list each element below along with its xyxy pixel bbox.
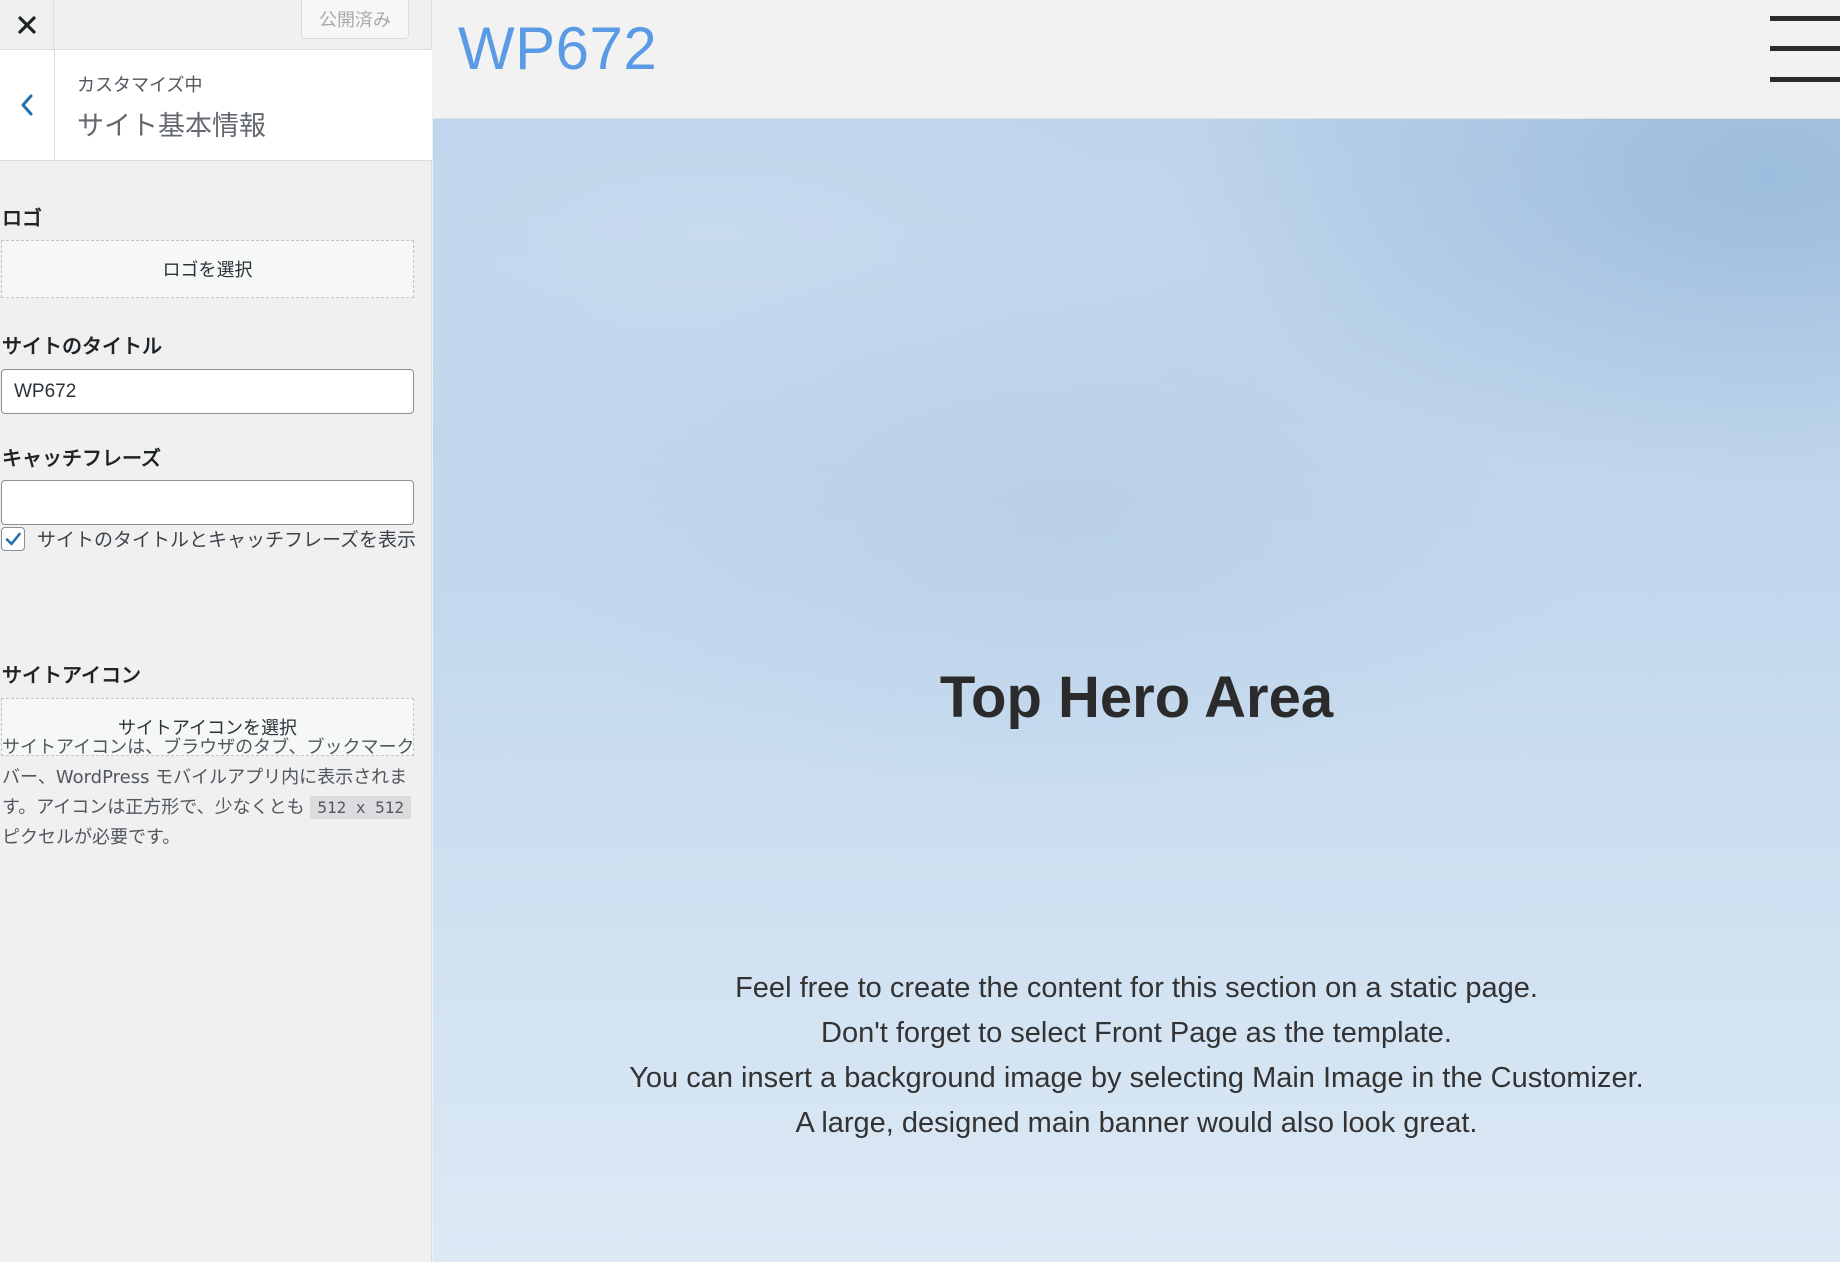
site-icon-size-code: 512 x 512	[310, 796, 412, 819]
site-preview: WP672 Top Hero Area Feel free to create …	[433, 0, 1840, 1262]
select-logo-button[interactable]: ロゴを選択	[1, 240, 414, 298]
close-customizer-button[interactable]	[0, 0, 54, 49]
display-title-tagline-checkbox[interactable]	[1, 527, 25, 551]
section-header: カスタマイズ中 サイト基本情報	[0, 50, 432, 161]
checkmark-icon	[5, 532, 21, 546]
display-title-tagline-label: サイトのタイトルとキャッチフレーズを表示	[37, 529, 417, 551]
hero-line: You can insert a background image by sel…	[629, 1062, 1644, 1094]
chevron-left-icon	[21, 94, 33, 116]
customizer-topbar: 公開済み	[0, 0, 432, 50]
hero-title: Top Hero Area	[939, 665, 1334, 730]
site-icon-description: サイトアイコンは、ブラウザのタブ、ブックマークバー、WordPress モバイル…	[2, 733, 422, 853]
publish-button[interactable]: 公開済み	[301, 0, 409, 39]
hamburger-menu-icon[interactable]	[1770, 16, 1840, 82]
hero-line: A large, designed main banner would also…	[795, 1107, 1478, 1139]
customizing-label: カスタマイズ中	[77, 75, 203, 96]
hero-body: Feel free to create the content for this…	[433, 966, 1840, 1146]
back-button[interactable]	[0, 50, 55, 160]
site-icon-label: サイトアイコン	[2, 663, 141, 687]
preview-site-header: WP672	[433, 0, 1840, 119]
site-title-label: サイトのタイトル	[2, 334, 162, 358]
hero-line: Feel free to create the content for this…	[735, 972, 1538, 1004]
tagline-input[interactable]	[1, 480, 414, 525]
logo-label: ロゴ	[2, 206, 42, 230]
hero-line: Don't forget to select Front Page as the…	[821, 1017, 1452, 1049]
preview-site-title[interactable]: WP672	[458, 14, 657, 83]
customizer-sidebar: 公開済み カスタマイズ中 サイト基本情報 ロゴ ロゴを選択 サイトのタイトル キ…	[0, 0, 432, 1262]
site-icon-description-tail: ピクセルが必要です。	[2, 827, 181, 848]
section-title: サイト基本情報	[77, 111, 266, 142]
tagline-label: キャッチフレーズ	[2, 446, 161, 470]
site-title-input[interactable]	[1, 369, 414, 414]
close-icon	[17, 15, 36, 34]
